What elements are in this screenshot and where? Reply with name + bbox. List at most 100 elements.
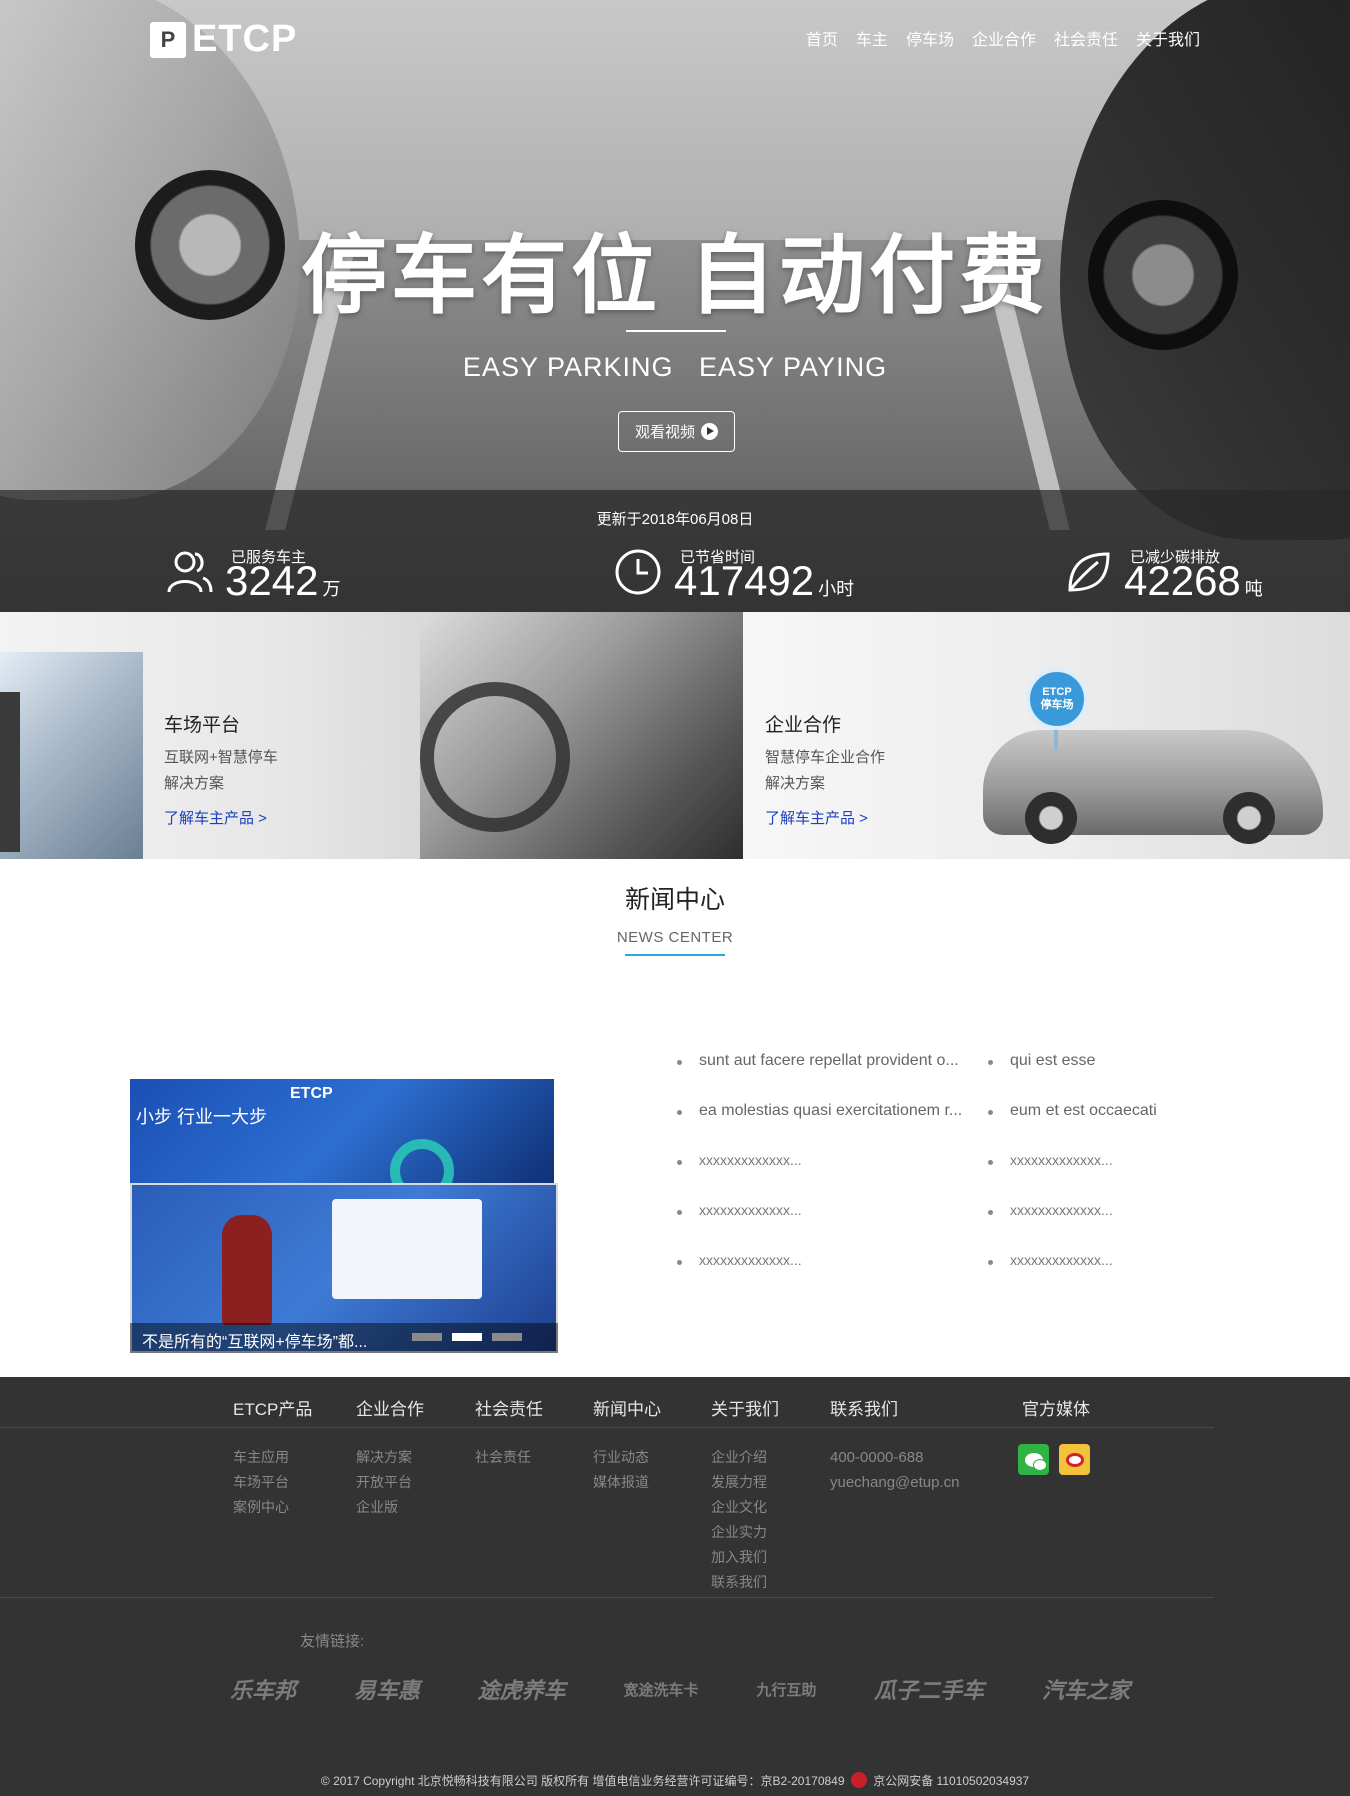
- steering-wheel-image: [420, 682, 570, 832]
- news-item[interactable]: xxxxxxxxxxxxx...: [677, 1252, 962, 1302]
- footer-link[interactable]: 开放平台: [356, 1472, 424, 1493]
- footer-link[interactable]: 企业介绍: [711, 1447, 779, 1468]
- friend-link-kuantu[interactable]: 宽途洗车卡: [623, 1679, 698, 1700]
- users-icon: [167, 551, 213, 593]
- friend-link-guazi[interactable]: 瓜子二手车: [874, 1673, 984, 1705]
- footer-link[interactable]: 企业版: [356, 1497, 424, 1518]
- slider-dots: [412, 1333, 522, 1341]
- footer: ETCP产品 车主应用 车场平台 案例中心 企业合作 解决方案 开放平台 企业版…: [0, 1377, 1350, 1796]
- news-item[interactable]: xxxxxxxxxxxxx...: [988, 1252, 1157, 1302]
- learn-more-link[interactable]: 了解车主产品 >: [765, 807, 885, 828]
- news-item[interactable]: qui est esse: [988, 1052, 1157, 1102]
- news-underline: [625, 954, 725, 956]
- stat-value: 3242: [225, 557, 319, 604]
- watch-video-button[interactable]: 观看视频: [618, 411, 735, 452]
- hero-banner: P ETCP 首页 车主 停车场 企业合作 社会责任 关于我们 停车有位 自动付…: [0, 0, 1350, 612]
- friend-links: 乐车邦 易车惠 途虎养车 宽途洗车卡 九行互助 瓜子二手车 汽车之家: [230, 1673, 1130, 1705]
- footer-col-news: 新闻中心 行业动态 媒体报道: [593, 1395, 661, 1493]
- icp-record[interactable]: 京公网安备 11010502034937: [873, 1774, 1029, 1788]
- footer-link[interactable]: 加入我们: [711, 1547, 779, 1568]
- friend-link-tuhu[interactable]: 途虎养车: [478, 1673, 566, 1705]
- footer-col-head: 新闻中心: [593, 1400, 661, 1419]
- learn-more-link[interactable]: 了解车主产品 >: [164, 807, 278, 828]
- footer-email[interactable]: yuechang@etup.cn: [830, 1472, 960, 1493]
- stat-value-row: 3242 万: [225, 560, 340, 602]
- speaker-figure: [222, 1215, 272, 1325]
- stat-unit: 万: [322, 579, 341, 599]
- footer-link[interactable]: 企业文化: [711, 1497, 779, 1518]
- slide-caption-bar: 不是所有的“互联网+停车场”都...: [130, 1323, 558, 1353]
- panel-text: 企业合作 智慧停车企业合作 解决方案 了解车主产品 >: [765, 710, 885, 828]
- footer-link[interactable]: 车场平台: [233, 1472, 312, 1493]
- footer-link[interactable]: 发展力程: [711, 1472, 779, 1493]
- watch-video-label: 观看视频: [634, 424, 695, 441]
- silver-car-image: [983, 730, 1323, 844]
- social-media-icons: [1018, 1444, 1090, 1475]
- news-item[interactable]: xxxxxxxxxxxxx...: [677, 1202, 962, 1252]
- panel-title: 车场平台: [164, 715, 241, 736]
- friend-link-autohome[interactable]: 汽车之家: [1042, 1673, 1130, 1705]
- main-nav: 首页 车主 停车场 企业合作 社会责任 关于我们: [806, 26, 1200, 50]
- hero-subtitle: EASY PARKING EASY PAYING: [462, 352, 888, 382]
- leaf-icon: [1068, 552, 1110, 592]
- play-icon: [701, 423, 718, 440]
- handshake-image: [0, 652, 143, 859]
- news-item[interactable]: xxxxxxxxxxxxx...: [988, 1202, 1157, 1252]
- friend-link-lechebang[interactable]: 乐车邦: [230, 1673, 296, 1705]
- slide-caption[interactable]: 不是所有的“互联网+停车场”都...: [142, 1328, 367, 1352]
- footer-link[interactable]: 案例中心: [233, 1497, 312, 1518]
- stat-value: 417492: [674, 557, 815, 604]
- parking-platform-panel[interactable]: 车场平台 互联网+智慧停车 解决方案 了解车主产品 >: [0, 612, 743, 859]
- nav-item-owner[interactable]: 车主: [856, 26, 888, 50]
- slider-dot[interactable]: [412, 1333, 442, 1341]
- footer-col-head: 社会责任: [475, 1400, 543, 1419]
- panel-title: 企业合作: [765, 715, 842, 736]
- footer-col-head: 企业合作: [356, 1400, 424, 1419]
- enterprise-panel[interactable]: ETCP 停车场 企业合作 智慧停车企业合作 解决方案 了解车主产品 >: [743, 612, 1350, 859]
- clock-icon: [615, 549, 661, 595]
- footer-link[interactable]: 行业动态: [593, 1447, 661, 1468]
- brand-logo[interactable]: P ETCP: [150, 18, 297, 61]
- car-wheel: [1223, 792, 1275, 844]
- news-item[interactable]: sunt aut facere repellat provident o...: [677, 1052, 962, 1102]
- slider-dot-active[interactable]: [452, 1333, 482, 1341]
- footer-col-enterprise: 企业合作 解决方案 开放平台 企业版: [356, 1395, 424, 1518]
- copyright: © 2017 Copyright 北京悦畅科技有限公司 版权所有 增值电信业务经…: [0, 1772, 1350, 1789]
- friend-link-jiuxing[interactable]: 九行互助: [756, 1679, 816, 1700]
- footer-col-contact: 联系我们 400-0000-688 yuechang@etup.cn: [830, 1395, 960, 1493]
- nav-item-home[interactable]: 首页: [806, 26, 838, 50]
- footer-link[interactable]: 联系我们: [711, 1572, 779, 1593]
- news-title: 新闻中心: [624, 886, 725, 914]
- logo-text: ETCP: [192, 18, 298, 60]
- news-slider[interactable]: 小步 行业一大步 ETCP 不是所有的“互联网+停车场”都...: [130, 1079, 558, 1353]
- nav-item-parking[interactable]: 停车场: [906, 26, 954, 50]
- news-item[interactable]: eum et est occaecati: [988, 1102, 1157, 1152]
- panel-desc: 智慧停车企业合作 解决方案: [765, 749, 886, 792]
- friend-link-yichehui[interactable]: 易车惠: [354, 1673, 420, 1705]
- footer-link[interactable]: 社会责任: [475, 1447, 543, 1468]
- news-item[interactable]: xxxxxxxxxxxxx...: [988, 1152, 1157, 1202]
- footer-divider: [0, 1597, 1214, 1598]
- footer-col-media: 官方媒体: [1022, 1395, 1090, 1420]
- panel-text: 车场平台 互联网+智慧停车 解决方案 了解车主产品 >: [164, 710, 278, 828]
- news-list-left: sunt aut facere repellat provident o... …: [677, 1052, 962, 1302]
- nav-item-social[interactable]: 社会责任: [1054, 26, 1118, 50]
- nav-item-about[interactable]: 关于我们: [1136, 26, 1200, 50]
- slider-dot[interactable]: [492, 1333, 522, 1341]
- footer-link[interactable]: 媒体报道: [593, 1472, 661, 1493]
- nav-item-enterprise[interactable]: 企业合作: [972, 26, 1036, 50]
- stats-updated-date: 更新于2018年06月08日: [596, 511, 754, 528]
- footer-link[interactable]: 解决方案: [356, 1447, 424, 1468]
- news-item[interactable]: ea molestias quasi exercitationem r...: [677, 1102, 962, 1152]
- hero-title: 停车有位 自动付费: [301, 228, 1049, 324]
- footer-phone: 400-0000-688: [830, 1449, 924, 1466]
- news-list-right: qui est esse eum et est occaecati xxxxxx…: [988, 1052, 1157, 1302]
- footer-link[interactable]: 企业实力: [711, 1522, 779, 1543]
- weibo-icon[interactable]: [1059, 1444, 1090, 1475]
- news-item[interactable]: xxxxxxxxxxxxx...: [677, 1152, 962, 1202]
- footer-link[interactable]: 车主应用: [233, 1447, 312, 1468]
- stat-value-row: 42268 吨: [1124, 560, 1263, 602]
- wechat-icon[interactable]: [1018, 1444, 1049, 1475]
- stats-band: 更新于2018年06月08日 已服务车主 3242 万 已节省时间 417492 小…: [0, 490, 1350, 612]
- footer-col-social: 社会责任 社会责任: [475, 1395, 543, 1468]
